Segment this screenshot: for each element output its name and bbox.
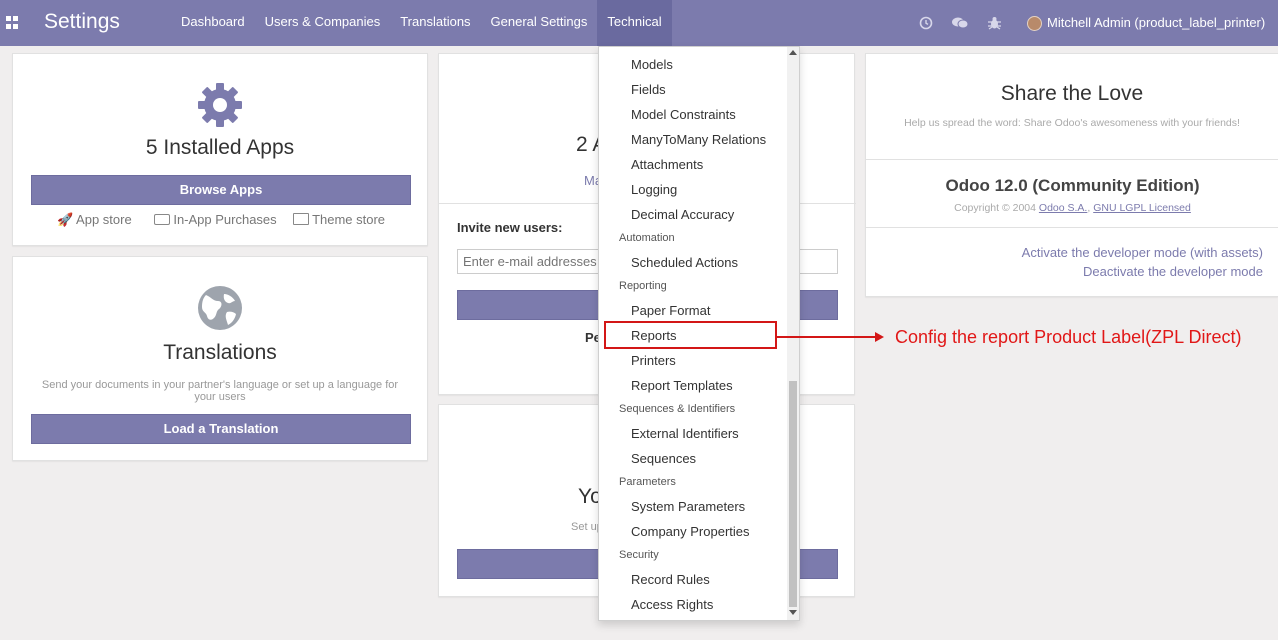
menu-section-reporting: Reporting <box>619 280 667 292</box>
annotation-arrow-line <box>777 336 875 338</box>
odoo-version: Odoo 12.0 (Community Edition) <box>945 176 1200 195</box>
menu-section-parameters: Parameters <box>619 476 676 488</box>
debug-bug-icon[interactable] <box>988 0 1001 46</box>
annotation-text: Config the report Product Label(ZPL Dire… <box>895 327 1242 347</box>
activate-dev-mode-assets-link[interactable]: Activate the developer mode (with assets… <box>1022 245 1263 260</box>
activity-clock-icon[interactable] <box>919 0 933 46</box>
menu-users-companies[interactable]: Users & Companies <box>255 0 391 46</box>
menu-item-decimal-accuracy[interactable]: Decimal Accuracy <box>599 202 787 227</box>
apps-menu-icon[interactable] <box>6 16 19 29</box>
load-translation-button[interactable]: Load a Translation <box>31 414 411 444</box>
scroll-down-arrow-icon[interactable] <box>789 610 797 615</box>
messaging-chat-icon[interactable] <box>951 0 969 46</box>
copyright-line: Copyright © 2004 Odoo S.A., GNU LGPL Lic… <box>954 202 1191 214</box>
image-icon <box>292 213 309 225</box>
dropdown-scrollbar[interactable] <box>787 47 799 620</box>
menu-section-automation: Automation <box>619 232 675 244</box>
menu-item-paper-format[interactable]: Paper Format <box>599 298 787 323</box>
menu-item-company-properties[interactable]: Company Properties <box>599 519 787 544</box>
menu-item-attachments[interactable]: Attachments <box>599 152 787 177</box>
menu-item-fields[interactable]: Fields <box>599 77 787 102</box>
menu-item-sequences[interactable]: Sequences <box>599 446 787 471</box>
menu-item-printers[interactable]: Printers <box>599 348 787 373</box>
share-the-love-card: Share the Love Help us spread the word: … <box>865 53 1278 297</box>
menu-item-scheduled-actions[interactable]: Scheduled Actions <box>599 250 787 275</box>
rocket-icon: 🚀 <box>56 212 74 227</box>
translations-title: Translations <box>163 341 277 364</box>
app-store-link[interactable]: 🚀 App store <box>57 212 132 228</box>
avatar <box>1027 15 1042 31</box>
share-title: Share the Love <box>1000 82 1144 105</box>
menu-item-record-rules[interactable]: Record Rules <box>599 567 787 592</box>
translations-card: Translations Send your documents in your… <box>12 256 428 461</box>
app-title: Settings <box>44 10 120 33</box>
money-icon <box>153 214 170 225</box>
menu-technical[interactable]: Technical <box>597 0 672 46</box>
annotation-arrow-head-icon <box>875 332 884 342</box>
invite-users-label: Invite new users: <box>457 220 563 235</box>
in-app-purchases-link[interactable]: In-App Purchases <box>153 212 277 228</box>
main-menu: Dashboard Users & Companies Translations… <box>171 0 672 46</box>
menu-item-logging[interactable]: Logging <box>599 177 787 202</box>
menu-item-system-parameters[interactable]: System Parameters <box>599 494 787 519</box>
menu-item-manytomany-relations[interactable]: ManyToMany Relations <box>599 127 787 152</box>
reports-highlight-box <box>604 321 777 349</box>
odoo-sa-link[interactable]: Odoo S.A. <box>1039 202 1087 214</box>
menu-item-model-constraints[interactable]: Model Constraints <box>599 102 787 127</box>
menu-section-sequences-identifiers: Sequences & Identifiers <box>619 403 736 415</box>
menu-item-access-rights[interactable]: Access Rights <box>599 592 787 617</box>
browse-apps-button[interactable]: Browse Apps <box>31 175 411 205</box>
installed-apps-title: 5 Installed Apps <box>145 136 295 159</box>
menu-dashboard[interactable]: Dashboard <box>171 0 255 46</box>
menu-item-external-identifiers[interactable]: External Identifiers <box>599 421 787 446</box>
scroll-up-arrow-icon[interactable] <box>789 50 797 55</box>
menu-item-models[interactable]: Models <box>599 52 787 77</box>
top-navbar: Settings Dashboard Users & Companies Tra… <box>0 0 1278 46</box>
user-menu[interactable]: Mitchell Admin (product_label_printer) <box>1027 0 1265 46</box>
menu-translations[interactable]: Translations <box>390 0 480 46</box>
scrollbar-thumb[interactable] <box>789 381 797 607</box>
deactivate-dev-mode-link[interactable]: Deactivate the developer mode <box>1083 264 1263 279</box>
globe-icon <box>13 285 427 331</box>
theme-store-link[interactable]: Theme store <box>292 212 385 228</box>
menu-general-settings[interactable]: General Settings <box>481 0 598 46</box>
menu-item-report-templates[interactable]: Report Templates <box>599 373 787 398</box>
installed-apps-card: 5 Installed Apps Browse Apps 🚀 App store… <box>12 53 428 246</box>
gear-icon <box>13 82 427 128</box>
user-name: Mitchell Admin (product_label_printer) <box>1047 15 1266 30</box>
share-subtitle: Help us spread the word: Share Odoo's aw… <box>904 117 1240 129</box>
menu-section-security: Security <box>619 549 659 561</box>
license-link[interactable]: GNU LGPL Licensed <box>1093 202 1191 214</box>
translations-description: Send your documents in your partner's la… <box>41 379 399 403</box>
